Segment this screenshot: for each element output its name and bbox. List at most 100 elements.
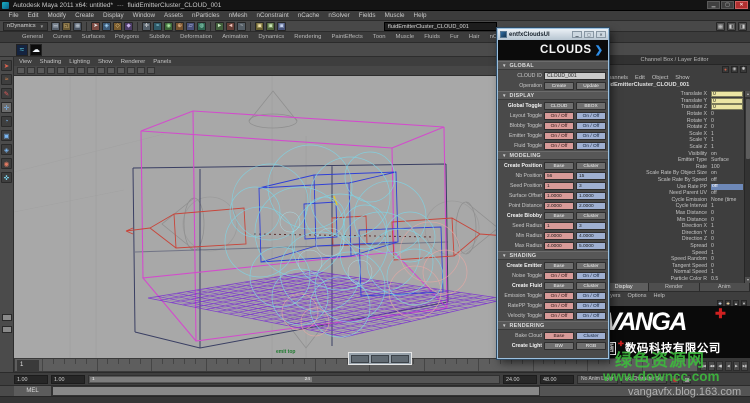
channel-row[interactable]: Visibilityon xyxy=(599,150,744,157)
show-grid-icon[interactable]: ▦ xyxy=(716,22,725,31)
menu-muscle[interactable]: Muscle xyxy=(380,12,409,19)
menu-fields[interactable]: Fields xyxy=(354,12,380,19)
snap-center-icon[interactable]: ⊕ xyxy=(175,22,184,31)
viewport-toolbar-icon[interactable] xyxy=(147,67,155,74)
base-toggle-button[interactable]: On / Off xyxy=(544,112,574,120)
menu-nsolver[interactable]: nSolver xyxy=(324,12,354,19)
base-value-field[interactable]: 1.0000 xyxy=(544,192,574,200)
viewport-toolbar-icon[interactable] xyxy=(107,67,115,74)
cluster-toggle-button[interactable]: On / Off xyxy=(576,112,606,120)
channel-value[interactable]: off xyxy=(711,184,743,190)
base-value-field[interactable]: 4.0000 xyxy=(544,242,574,250)
command-line-input[interactable] xyxy=(52,386,540,396)
channel-row[interactable]: Normal Speed1 xyxy=(599,269,744,276)
snap-point-icon[interactable]: ◉ xyxy=(164,22,173,31)
menu-file[interactable]: File xyxy=(4,12,23,19)
shelf-tab-rendering[interactable]: Rendering xyxy=(290,33,325,42)
input-connections-icon[interactable]: ► xyxy=(215,22,224,31)
scroll-up-icon[interactable]: ▲ xyxy=(745,91,750,97)
cluster-value-field[interactable]: 1.0000 xyxy=(576,192,606,200)
previous-key-icon[interactable]: ◀◀ xyxy=(708,361,715,371)
cluster-toggle-button[interactable]: On / Off xyxy=(576,312,606,320)
command-line-mode-button[interactable]: MEL xyxy=(14,386,52,396)
viewport-toolbar-icon[interactable] xyxy=(67,67,75,74)
column-header-base[interactable]: Base xyxy=(544,212,574,220)
new-scene-icon[interactable]: ▤ xyxy=(51,22,60,31)
channel-row[interactable]: Direction Z0 xyxy=(599,236,744,243)
menu-set-dropdown[interactable]: nDynamics ▼ xyxy=(3,22,48,31)
viewport-toolbar-icon[interactable] xyxy=(57,67,65,74)
viewport-toolbar-icon[interactable] xyxy=(137,67,145,74)
base-toggle-button[interactable]: On / Off xyxy=(544,302,574,310)
channel-row[interactable]: Speed1 xyxy=(599,249,744,256)
ipr-render-icon[interactable]: ▣ xyxy=(266,22,275,31)
channel-value-field[interactable]: 0 xyxy=(711,104,743,110)
go-to-start-icon[interactable]: ▮◀ xyxy=(700,361,707,371)
window-titlebar[interactable]: Autodesk Maya 2011 x64: untitled* --- fl… xyxy=(0,0,750,11)
shelf-tab-general[interactable]: General xyxy=(18,33,47,42)
snap-curve-icon[interactable]: ≈ xyxy=(153,22,162,31)
channel-row[interactable]: Need Parent UVoff xyxy=(599,190,744,197)
viewport-toolbar-icon[interactable] xyxy=(17,67,25,74)
base-value-field[interactable]: 56 xyxy=(544,172,574,180)
column-header-base[interactable]: Base xyxy=(544,282,574,290)
play-forward-icon[interactable]: ▶ xyxy=(733,361,740,371)
snap-grid-icon[interactable]: ✛ xyxy=(142,22,151,31)
shelf-tab-surfaces[interactable]: Surfaces xyxy=(78,33,109,42)
shelf-tab-hair[interactable]: Hair xyxy=(465,33,484,42)
viewport-toolbar-icon[interactable] xyxy=(117,67,125,74)
base-value-field[interactable]: 2.0000 xyxy=(544,232,574,240)
update-button[interactable]: Update xyxy=(576,82,606,90)
channel-row[interactable]: Rotate Z0 xyxy=(599,124,744,131)
cluster-toggle-button[interactable]: On / Off xyxy=(576,292,606,300)
channel-row[interactable]: Particle Color R0.5 xyxy=(599,276,744,283)
mini-toolbar-segment[interactable] xyxy=(371,355,389,363)
channel-value-field[interactable]: 0 xyxy=(711,98,743,104)
channel-row[interactable]: Translate X0 xyxy=(599,91,744,98)
base-toggle-button[interactable]: On / Off xyxy=(544,132,574,140)
cloud-id-input[interactable]: CLOUD_001 xyxy=(544,72,606,80)
clouds-section-rendering[interactable]: ▼RENDERING xyxy=(498,321,608,330)
sidebar-toggle-icon[interactable]: ◨ xyxy=(738,22,747,31)
viewport-toolbar-icon[interactable] xyxy=(77,67,85,74)
cluster-value-field[interactable]: 3 xyxy=(576,222,606,230)
menu-window[interactable]: Window xyxy=(128,12,159,19)
menu-ncache[interactable]: nCache xyxy=(293,12,324,19)
scale-tool-icon[interactable]: ▣ xyxy=(1,130,12,141)
current-frame-indicator[interactable]: 1 xyxy=(17,360,39,371)
close-button[interactable]: ✕ xyxy=(735,1,748,9)
channel-row[interactable]: Scale Y1 xyxy=(599,137,744,144)
range-slider-bar[interactable]: 1 24 xyxy=(90,377,312,383)
column-header-cloud[interactable]: CLOUD xyxy=(544,102,574,110)
universal-manipulator-icon[interactable]: ◈ xyxy=(1,144,12,155)
auto-keyframe-toggle[interactable] xyxy=(670,375,679,384)
menu-modify[interactable]: Modify xyxy=(43,12,71,19)
go-to-end-icon[interactable]: ▶▮ xyxy=(741,361,748,371)
cluster-toggle-button[interactable]: On / Off xyxy=(576,272,606,280)
base-value-field[interactable]: 1 xyxy=(544,182,574,190)
lasso-tool-icon[interactable]: ≈ xyxy=(1,74,12,85)
channel-box-menu-show[interactable]: Show xyxy=(675,75,689,81)
play-backward-icon[interactable]: ◀ xyxy=(725,361,732,371)
character-set-menu[interactable]: No Character Set xyxy=(621,375,668,384)
select-hierarchy-icon[interactable]: ➤ xyxy=(91,22,100,31)
menu-help[interactable]: Help xyxy=(409,12,431,19)
clouds-close-button[interactable]: ✕ xyxy=(596,31,606,38)
layer-tab-render[interactable]: Render xyxy=(649,283,699,292)
shelf-tab-painteffects[interactable]: PaintEffects xyxy=(327,33,366,42)
menu-create[interactable]: Create xyxy=(71,12,99,19)
cluster-value-field[interactable]: 4.0000 xyxy=(576,232,606,240)
column-header-base[interactable]: Base xyxy=(544,162,574,170)
paint-select-tool-icon[interactable]: ✎ xyxy=(1,88,12,99)
viewport-toolbar-icon[interactable] xyxy=(27,67,35,74)
channel-row[interactable]: Use Rate PPoff xyxy=(599,183,744,190)
cluster-value-field[interactable]: 15 xyxy=(576,172,606,180)
channel-row[interactable]: Min Distance0 xyxy=(599,216,744,223)
channel-value-field[interactable]: 0 xyxy=(711,91,743,97)
channel-settings-icon[interactable]: ✱ xyxy=(740,66,747,73)
save-scene-icon[interactable]: ▦ xyxy=(73,22,82,31)
playback-start-field[interactable]: 1.00 xyxy=(51,375,85,384)
column-header-bbox[interactable]: BBOX xyxy=(576,102,606,110)
shelf-tab-muscle[interactable]: Muscle xyxy=(392,33,419,42)
channel-box-scrollbar[interactable]: ▲ ▼ xyxy=(744,91,750,283)
